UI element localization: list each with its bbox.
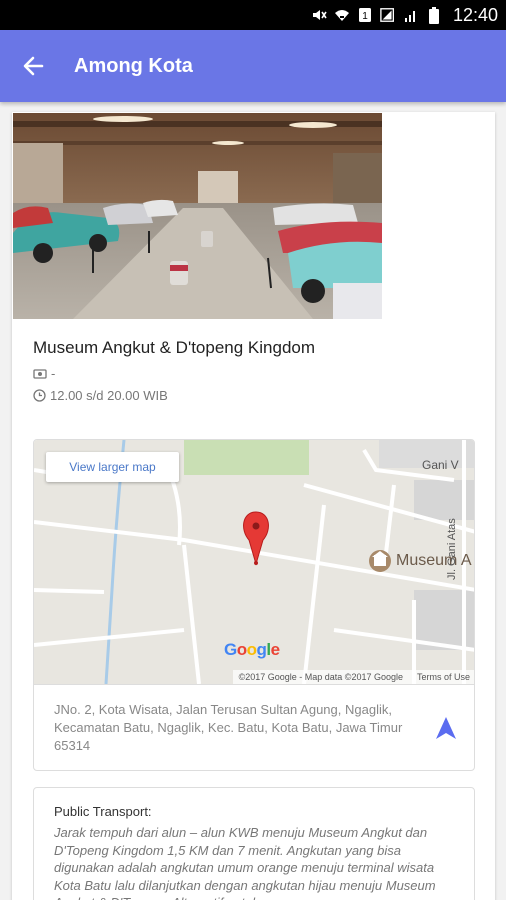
map-copyright: ©2017 Google - Map data ©2017 Google	[238, 672, 403, 682]
wifi-icon	[334, 7, 350, 23]
transport-heading: Public Transport:	[54, 804, 152, 819]
app-bar: Among Kota	[0, 30, 506, 102]
status-time: 12:40	[452, 4, 498, 25]
museum-marker[interactable]	[369, 550, 391, 572]
clock-icon	[33, 389, 46, 402]
price-row: -	[33, 366, 55, 381]
page-title: Among Kota	[74, 54, 193, 77]
status-bar: 1 12:40	[0, 0, 506, 30]
address-text: JNo. 2, Kota Wisata, Jalan Terusan Sulta…	[54, 702, 403, 753]
map-view[interactable]: View larger map Gani V Museum A Jl. Gani…	[34, 440, 474, 684]
transport-card: Public Transport: Jarak tempuh dari alun…	[33, 787, 475, 900]
money-icon	[33, 368, 47, 379]
navigation-arrow-icon	[436, 717, 456, 739]
map-card: View larger map Gani V Museum A Jl. Gani…	[33, 439, 475, 771]
svg-text:1: 1	[362, 11, 368, 22]
mute-icon	[311, 7, 327, 23]
map-attribution: ©2017 Google - Map data ©2017 Google Ter…	[232, 670, 474, 684]
hours-text: 12.00 s/d 20.00 WIB	[50, 388, 168, 403]
signal-icon	[380, 7, 396, 23]
museum-map-label: Museum A	[396, 552, 472, 569]
place-name: Museum Angkut & D'topeng Kingdom	[33, 338, 316, 357]
notification-icon: 1	[357, 7, 373, 23]
terms-of-use-link[interactable]: Terms of Use	[417, 672, 470, 682]
map-pin-icon[interactable]	[243, 511, 269, 566]
google-logo: Google	[224, 640, 280, 659]
detail-scroll[interactable]: Museum Angkut & D'topeng Kingdom - 12.00…	[0, 102, 506, 900]
arrow-left-icon	[23, 56, 44, 76]
view-larger-map-button[interactable]: View larger map	[46, 452, 179, 482]
place-card: Museum Angkut & D'topeng Kingdom - 12.00…	[12, 112, 495, 900]
back-button[interactable]	[0, 30, 66, 102]
transport-text: Jarak tempuh dari alun – alun KWB menuju…	[54, 825, 436, 900]
street-label-side: Jl. Gani Atas	[446, 518, 458, 580]
navigate-button[interactable]	[434, 715, 458, 741]
price-text: -	[51, 366, 56, 381]
place-photo	[13, 113, 382, 319]
signal-bars-icon	[403, 7, 419, 23]
hours-row: 12.00 s/d 20.00 WIB	[33, 388, 168, 403]
battery-icon	[426, 6, 442, 24]
street-label-gani: Gani V	[422, 458, 459, 472]
address-row: JNo. 2, Kota Wisata, Jalan Terusan Sulta…	[34, 684, 474, 770]
